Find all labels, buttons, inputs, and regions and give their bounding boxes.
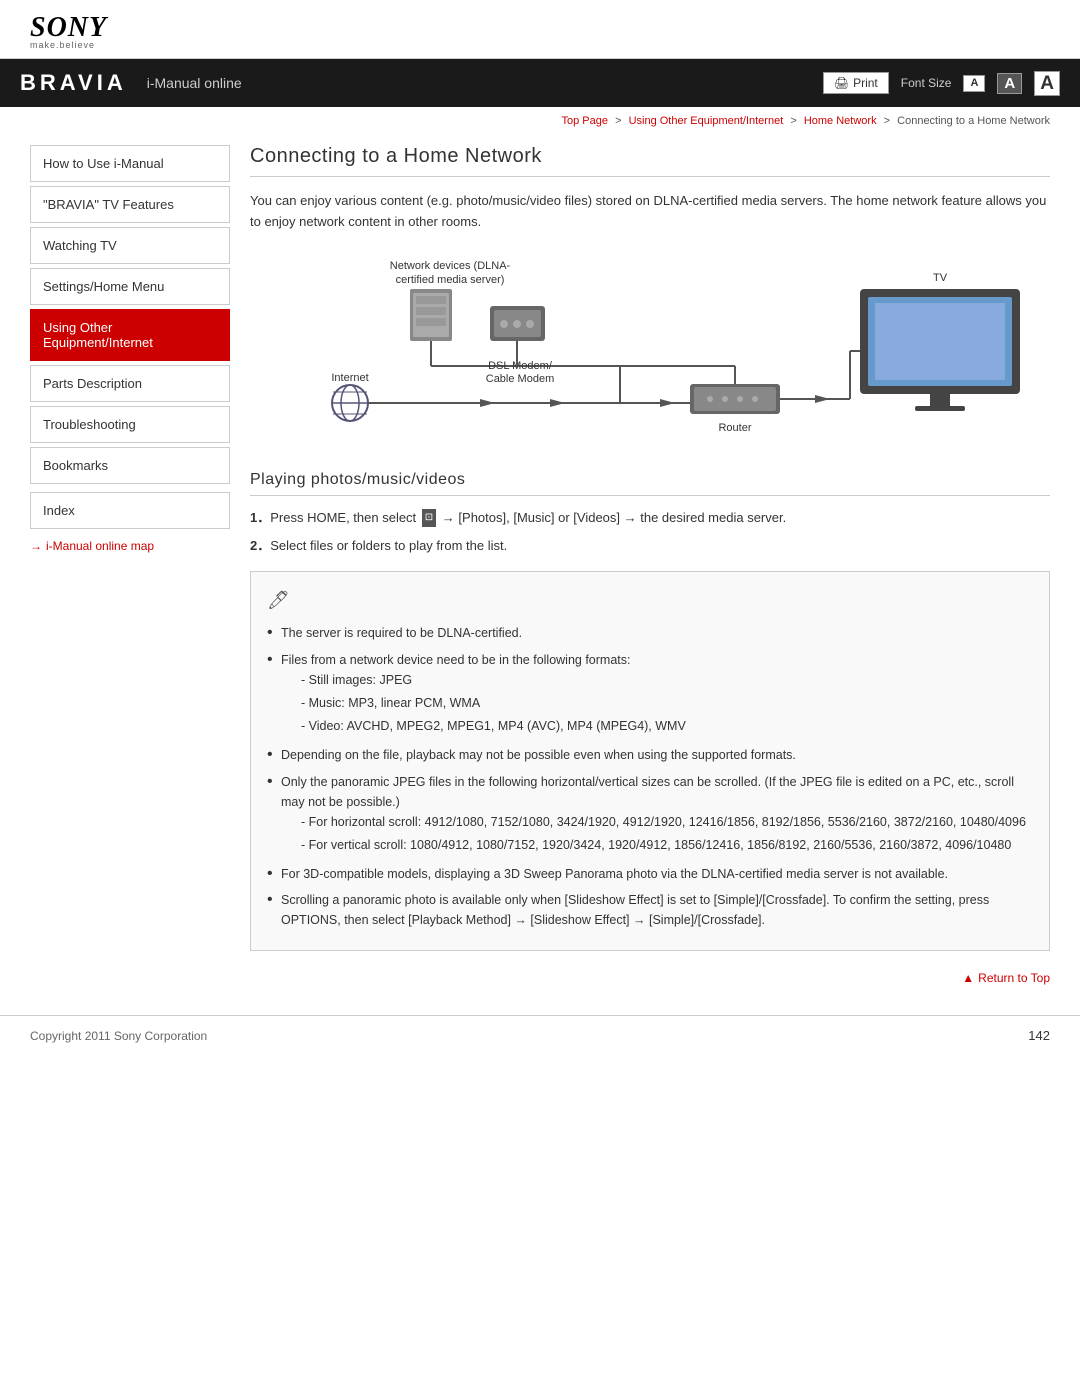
step-1-num: 1．	[250, 508, 270, 529]
home-icon: ⊡	[422, 509, 436, 527]
print-button[interactable]: 🖨 Print	[823, 72, 889, 94]
font-medium-button[interactable]: A	[997, 73, 1022, 94]
note-5: • For 3D-compatible models, displaying a…	[267, 864, 1033, 885]
note-2: • Files from a network device need to be…	[267, 650, 1033, 739]
sidebar-item-index[interactable]: Index	[30, 492, 230, 529]
printer-icon: 🖨	[834, 76, 849, 90]
breadcrumb-item3: Connecting to a Home Network	[897, 115, 1050, 127]
return-top-label: Return to Top	[978, 971, 1050, 985]
footer: Copyright 2011 Sony Corporation 142	[0, 1015, 1080, 1055]
svg-text:Internet: Internet	[331, 372, 368, 384]
sidebar-map-link[interactable]: → i-Manual online map	[30, 539, 230, 553]
nav-bar: BRAVIA i-Manual online 🖨 Print Font Size…	[0, 59, 1080, 107]
note-6: • Scrolling a panoramic photo is availab…	[267, 890, 1033, 930]
step-1-text: Press HOME, then select ⊡ → [Photos], [M…	[270, 508, 786, 529]
page-number: 142	[1028, 1028, 1050, 1043]
svg-text:TV: TV	[933, 272, 948, 284]
map-link-label: i-Manual online map	[46, 539, 154, 553]
note-box: 🖊 • The server is required to be DLNA-ce…	[250, 571, 1050, 951]
step-2-num: 2．	[250, 536, 270, 557]
font-large-button[interactable]: A	[1034, 71, 1060, 96]
return-to-top[interactable]: ▲ Return to Top	[250, 971, 1050, 985]
bc-sep2: >	[790, 115, 796, 127]
sidebar: How to Use i-Manual "BRAVIA" TV Features…	[30, 145, 230, 995]
page-title: Connecting to a Home Network	[250, 145, 1050, 177]
sony-logo-block: SONY make.believe	[30, 12, 107, 50]
network-diagram: Network devices (DLNA- certified media s…	[270, 251, 1050, 451]
content-area: Connecting to a Home Network You can enj…	[250, 145, 1050, 995]
steps-list: 1． Press HOME, then select ⊡ → [Photos],…	[250, 508, 1050, 558]
map-arrow-icon: →	[30, 539, 42, 553]
sidebar-item-using-other[interactable]: Using Other Equipment/Internet	[30, 309, 230, 361]
section2-title: Playing photos/music/videos	[250, 471, 1050, 496]
sidebar-item-how-to-use[interactable]: How to Use i-Manual	[30, 145, 230, 182]
note-4: • Only the panoramic JPEG files in the f…	[267, 772, 1033, 858]
breadcrumb: Top Page > Using Other Equipment/Interne…	[0, 107, 1080, 135]
svg-text:Cable Modem: Cable Modem	[486, 373, 554, 385]
sidebar-item-watching[interactable]: Watching TV	[30, 227, 230, 264]
svg-text:certified media server): certified media server)	[396, 274, 505, 286]
nav-title: i-Manual online	[147, 75, 242, 91]
note-3: • Depending on the file, playback may no…	[267, 745, 1033, 766]
step-2-text: Select files or folders to play from the…	[270, 536, 507, 557]
return-arrow-icon: ▲	[962, 971, 974, 985]
bc-sep1: >	[615, 115, 621, 127]
sidebar-item-settings[interactable]: Settings/Home Menu	[30, 268, 230, 305]
sidebar-item-bookmarks[interactable]: Bookmarks	[30, 447, 230, 484]
nav-bar-right: 🖨 Print Font Size A A A	[823, 71, 1060, 96]
intro-text: You can enjoy various content (e.g. phot…	[250, 191, 1050, 233]
sony-logo: SONY	[30, 12, 107, 43]
diagram-svg: Network devices (DLNA- certified media s…	[270, 251, 1050, 451]
bc-sep3: >	[884, 115, 890, 127]
sidebar-item-parts[interactable]: Parts Description	[30, 365, 230, 402]
font-small-button[interactable]: A	[963, 75, 985, 92]
note-1: • The server is required to be DLNA-cert…	[267, 623, 1033, 644]
step-2: 2． Select files or folders to play from …	[250, 536, 1050, 557]
sidebar-item-troubleshooting[interactable]: Troubleshooting	[30, 406, 230, 443]
font-size-label: Font Size	[901, 76, 952, 90]
note-icon: 🖊	[267, 586, 1033, 615]
svg-text:Network devices (DLNA-: Network devices (DLNA-	[390, 260, 511, 272]
svg-text:DSL Modem/: DSL Modem/	[488, 360, 553, 372]
breadcrumb-top[interactable]: Top Page	[562, 115, 608, 127]
header: SONY make.believe	[0, 0, 1080, 59]
breadcrumb-item2[interactable]: Home Network	[804, 115, 877, 127]
step-1: 1． Press HOME, then select ⊡ → [Photos],…	[250, 508, 1050, 529]
sidebar-item-bravia-features[interactable]: "BRAVIA" TV Features	[30, 186, 230, 223]
nav-bar-left: BRAVIA i-Manual online	[20, 70, 242, 96]
copyright-text: Copyright 2011 Sony Corporation	[30, 1029, 207, 1043]
svg-text:Router: Router	[718, 422, 751, 434]
main-layout: How to Use i-Manual "BRAVIA" TV Features…	[0, 135, 1080, 1005]
bravia-logo: BRAVIA	[20, 70, 127, 96]
breadcrumb-item1[interactable]: Using Other Equipment/Internet	[629, 115, 784, 127]
